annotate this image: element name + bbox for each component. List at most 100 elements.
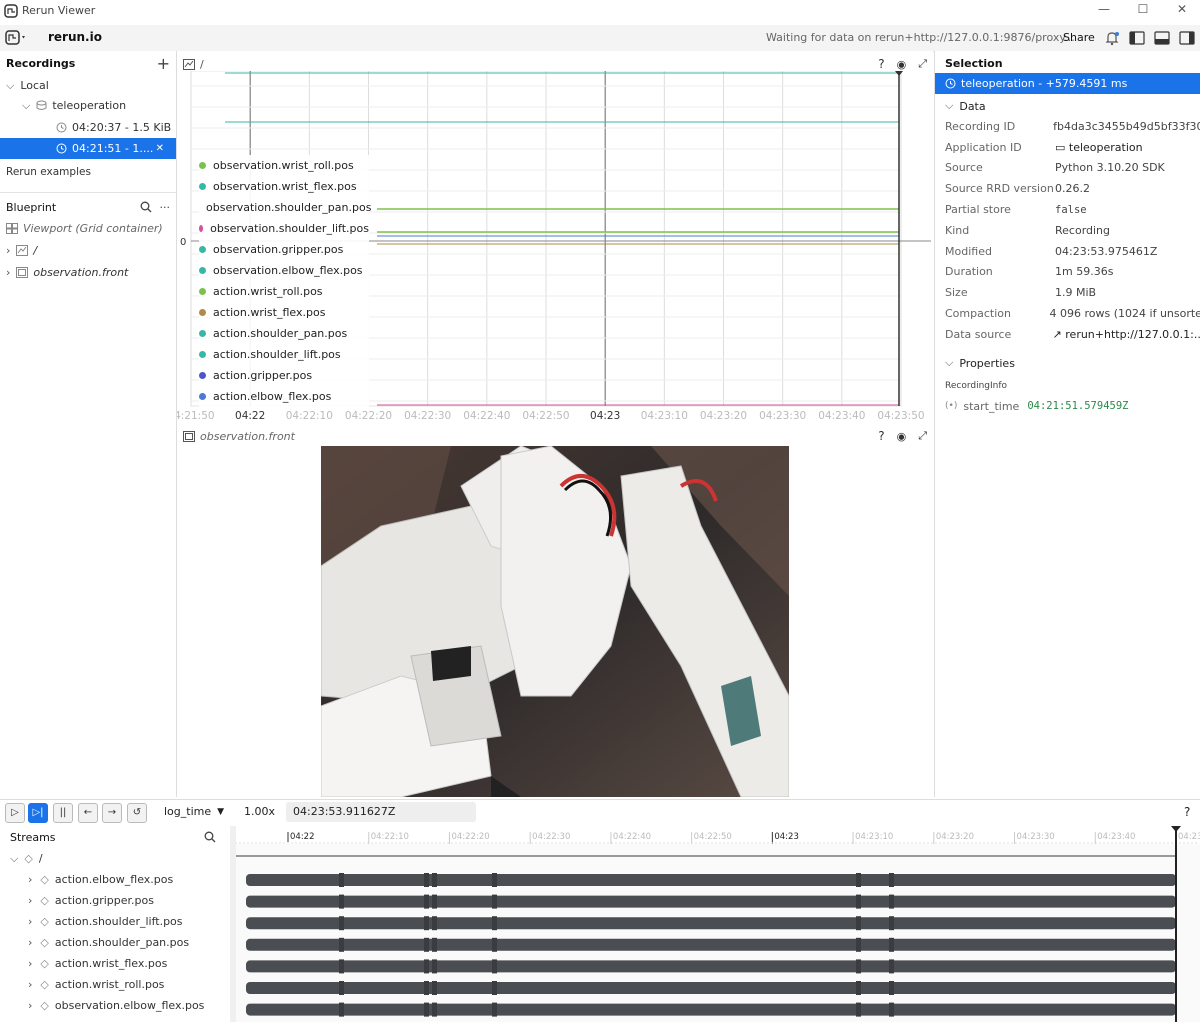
stream-dense-marker	[889, 894, 894, 909]
play-button[interactable]: ▷	[5, 803, 25, 823]
close-window-button[interactable]: ✕	[1172, 2, 1192, 20]
chevron-right-icon[interactable]: ›	[6, 244, 10, 257]
chevron-down-icon[interactable]: ⌵	[10, 852, 18, 866]
stream-item[interactable]: › ◇ action.wrist_flex.pos	[28, 953, 228, 974]
streams-timeline-graph[interactable]: 04:22 04:22:10 04:22:20 04:22:30 04:22:40 04:…	[235, 826, 1200, 1022]
time-controls: ▷ ▷| || ← → ↺ log_time ▼ 1.00x 04:23:53.…	[0, 799, 1200, 826]
entity-icon: ◇	[24, 852, 33, 865]
legend-item[interactable]: observation.wrist_roll.pos	[199, 155, 369, 176]
maximize-view-icon[interactable]: ⤢	[918, 57, 927, 71]
tree-local[interactable]: ⌵ Local	[6, 75, 171, 96]
stream-dense-marker	[492, 916, 497, 931]
stream-dense-marker	[424, 981, 429, 995]
stream-item[interactable]: › ◇ action.gripper.pos	[28, 890, 228, 911]
property-value[interactable]: ▭ teleoperation	[1055, 141, 1143, 154]
property-row: Source Python 3.10.20 SDK	[945, 158, 1200, 179]
chevron-down-icon[interactable]: ⌵	[945, 356, 953, 370]
maximize-view-icon[interactable]: ⤢	[918, 429, 927, 443]
legend-item[interactable]: observation.gripper.pos	[199, 239, 369, 260]
stream-item[interactable]: › ◇ action.wrist_roll.pos	[28, 974, 228, 995]
stream-item[interactable]: › ◇ action.shoulder_pan.pos	[28, 932, 228, 953]
share-button[interactable]: Share	[1063, 31, 1095, 44]
stream-label: action.elbow_flex.pos	[54, 873, 174, 886]
stream-item[interactable]: › ◇ action.elbow_flex.pos	[28, 869, 228, 890]
timeline-selector[interactable]: log_time ▼	[164, 805, 224, 818]
blueprint-item-image[interactable]: › observation.front	[6, 262, 171, 283]
stream-root[interactable]: ⌵ ◇ /	[10, 848, 43, 869]
chevron-right-icon[interactable]: ›	[28, 978, 32, 991]
follow-button[interactable]: ▷|	[28, 803, 48, 823]
chevron-right-icon[interactable]: ›	[6, 266, 10, 279]
help-icon[interactable]: ?	[1184, 805, 1190, 819]
viewport-item[interactable]: Viewport (Grid container)	[6, 218, 171, 239]
rerun-examples-link[interactable]: Rerun examples	[6, 166, 91, 178]
toggle-bottom-panel-icon[interactable]	[1154, 31, 1170, 45]
chevron-down-icon[interactable]: ⌵	[6, 79, 14, 93]
legend-item[interactable]: action.elbow_flex.pos	[199, 386, 369, 407]
search-icon[interactable]	[140, 201, 152, 213]
entity-icon: ◇	[40, 936, 49, 949]
stream-dense-marker	[856, 894, 861, 909]
legend-item[interactable]: observation.wrist_flex.pos	[199, 176, 369, 197]
legend-item[interactable]: action.wrist_roll.pos	[199, 281, 369, 302]
more-options-icon[interactable]: ···	[160, 201, 171, 214]
chevron-right-icon[interactable]: ›	[28, 957, 32, 970]
legend-item[interactable]: observation.elbow_flex.pos	[199, 260, 369, 281]
stream-item[interactable]: › ◇ observation.elbow_flex.pos	[28, 995, 228, 1016]
tree-app-teleoperation[interactable]: ⌵ teleoperation	[22, 95, 172, 116]
add-recording-button[interactable]: +	[157, 54, 170, 73]
current-time-field[interactable]: 04:23:53.911627Z	[286, 802, 476, 822]
chevron-right-icon[interactable]: ›	[28, 915, 32, 928]
minimize-button[interactable]: —	[1094, 2, 1114, 20]
help-icon[interactable]: ?	[878, 429, 884, 443]
data-section-header[interactable]: ⌵ Data	[945, 97, 986, 115]
toggle-right-panel-icon[interactable]	[1179, 31, 1195, 45]
legend-item[interactable]: action.shoulder_pan.pos	[199, 323, 369, 344]
chevron-down-icon[interactable]: ⌵	[22, 99, 30, 113]
blueprint-header: Blueprint ···	[6, 197, 170, 217]
step-forward-button[interactable]: →	[102, 803, 122, 823]
chevron-right-icon[interactable]: ›	[28, 894, 32, 907]
recording-item-1[interactable]: 04:20:37 - 1.5 KiB	[0, 117, 176, 138]
close-recording-icon[interactable]: ✕	[156, 143, 164, 154]
stream-dense-marker	[492, 873, 497, 887]
eye-icon[interactable]: ◉	[897, 58, 907, 71]
streams-timeline[interactable]: 04:22 04:22:10 04:22:20 04:22:30 04:22:40 04:…	[235, 826, 1200, 1022]
eye-icon[interactable]: ◉	[897, 430, 907, 443]
legend-item[interactable]: action.shoulder_lift.pos	[199, 344, 369, 365]
legend-item[interactable]: action.gripper.pos	[199, 365, 369, 386]
notification-bell-icon[interactable]	[1104, 30, 1120, 46]
series-color-dot	[199, 351, 206, 358]
viewport-label: Viewport (Grid container)	[23, 222, 163, 235]
legend-item[interactable]: action.wrist_flex.pos	[199, 302, 369, 323]
toggle-left-panel-icon[interactable]	[1129, 31, 1145, 45]
brand-label[interactable]: rerun.io	[48, 30, 102, 44]
blueprint-item-timeseries[interactable]: › /	[6, 240, 171, 261]
stream-dense-marker	[856, 959, 861, 974]
chevron-right-icon[interactable]: ›	[28, 936, 32, 949]
properties-section-header[interactable]: ⌵ Properties	[945, 354, 1015, 372]
ruler-tick-label: 04:22:30	[532, 832, 570, 842]
chevron-right-icon[interactable]: ›	[28, 873, 32, 886]
legend-item[interactable]: observation.shoulder_pan.pos	[199, 197, 371, 218]
pause-button[interactable]: ||	[53, 803, 73, 823]
loop-button[interactable]: ↺	[127, 803, 147, 823]
help-icon[interactable]: ?	[878, 57, 884, 71]
chevron-down-icon[interactable]: ⌵	[945, 99, 953, 113]
property-key: Recording ID	[945, 119, 1016, 133]
view-path: observation.front	[200, 429, 295, 443]
selected-item[interactable]: teleoperation - +579.4591 ms	[935, 73, 1200, 94]
search-icon[interactable]	[204, 831, 216, 843]
legend-item[interactable]: observation.shoulder_lift.pos	[199, 218, 369, 239]
property-key: Duration	[945, 265, 993, 279]
playback-speed[interactable]: 1.00x	[244, 805, 275, 818]
blueprint-item-label: /	[33, 244, 38, 257]
stream-item[interactable]: › ◇ action.shoulder_lift.pos	[28, 911, 228, 932]
step-back-button[interactable]: ←	[78, 803, 98, 823]
property-value[interactable]: ↗ rerun+http://127.0.0.1:...	[1053, 328, 1200, 341]
maximize-button[interactable]: ☐	[1133, 2, 1153, 20]
recording-item-2[interactable]: 04:21:51 - 1.... ✕	[0, 138, 176, 159]
rerun-menu-icon[interactable]	[5, 30, 29, 46]
chevron-right-icon[interactable]: ›	[28, 999, 32, 1012]
camera-image[interactable]	[321, 446, 789, 797]
